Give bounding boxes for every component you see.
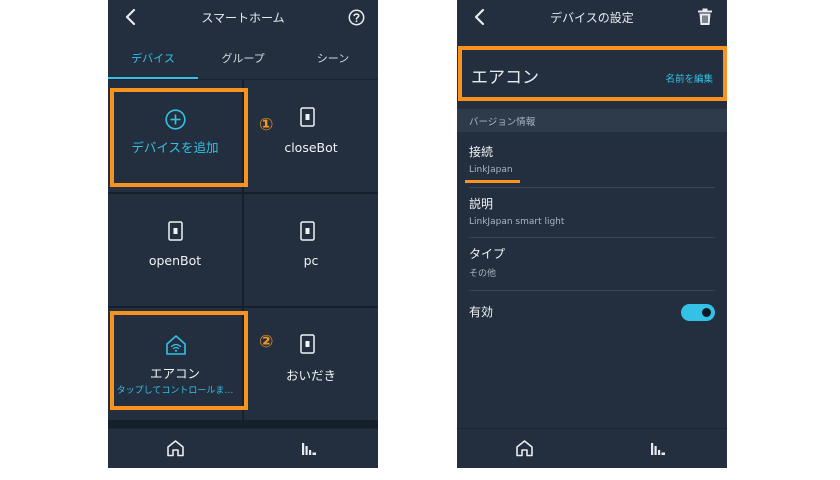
divider bbox=[469, 187, 715, 188]
switch-icon bbox=[168, 221, 183, 241]
step-number-1: ① bbox=[259, 115, 274, 135]
device-name: openBot bbox=[148, 253, 202, 268]
tab-devices[interactable]: デバイス bbox=[108, 40, 198, 80]
page-title: スマートホーム bbox=[201, 11, 285, 25]
field-title-connection: 接続 bbox=[469, 145, 494, 159]
top-bar: スマートホーム bbox=[108, 0, 378, 36]
device-tile-closebot[interactable]: closeBot bbox=[244, 80, 378, 192]
trash-icon[interactable] bbox=[697, 8, 713, 26]
device-name: おいだき bbox=[285, 368, 336, 383]
help-icon[interactable] bbox=[348, 9, 365, 26]
highlight-box-add-device bbox=[110, 88, 248, 187]
divider bbox=[469, 290, 715, 291]
devices-icon[interactable] bbox=[650, 440, 666, 456]
device-tile-openbot[interactable]: openBot bbox=[108, 194, 242, 306]
home-icon[interactable] bbox=[515, 439, 534, 457]
devices-icon[interactable] bbox=[301, 440, 317, 456]
field-title-description: 説明 bbox=[469, 197, 494, 211]
switch-icon bbox=[300, 334, 315, 354]
top-bar: デバイスの設定 bbox=[457, 0, 727, 36]
home-icon[interactable] bbox=[166, 439, 185, 457]
device-tile-oidaki[interactable]: おいだき bbox=[244, 308, 378, 420]
highlight-underline bbox=[465, 180, 520, 183]
device-tile-pc[interactable]: pc bbox=[244, 194, 378, 306]
tab-bar: デバイス グループ シーン bbox=[108, 40, 378, 80]
highlight-box-aircon bbox=[110, 311, 248, 410]
page-title: デバイスの設定 bbox=[550, 11, 634, 25]
section-header-label: バージョン情報 bbox=[469, 117, 536, 128]
device-name: closeBot bbox=[284, 140, 338, 155]
tab-scenes[interactable]: シーン bbox=[288, 40, 378, 80]
enabled-toggle[interactable] bbox=[681, 304, 715, 321]
bottom-nav bbox=[457, 428, 727, 468]
section-header: バージョン情報 bbox=[457, 109, 727, 132]
tab-groups[interactable]: グループ bbox=[198, 40, 288, 80]
divider bbox=[469, 237, 715, 238]
smart-home-screen: スマートホーム デバイス グループ シーン デバイスを追加 closeBot o… bbox=[108, 0, 378, 468]
device-settings-screen: デバイスの設定 エアコン 名前を編集 バージョン情報 接続 LinkJapan … bbox=[457, 0, 727, 468]
field-value-connection: LinkJapan bbox=[469, 165, 513, 175]
bottom-nav bbox=[108, 428, 378, 468]
switch-icon bbox=[300, 107, 315, 127]
toggle-knob bbox=[702, 308, 711, 317]
switch-icon bbox=[300, 221, 315, 241]
field-value-description: LinkJapan smart light bbox=[469, 217, 565, 227]
field-value-type: その他 bbox=[469, 269, 497, 279]
enabled-label: 有効 bbox=[469, 305, 494, 319]
device-name: pc bbox=[303, 253, 319, 268]
field-title-type: タイプ bbox=[469, 247, 506, 261]
highlight-box-name bbox=[458, 46, 727, 101]
step-number-2: ② bbox=[259, 332, 274, 352]
